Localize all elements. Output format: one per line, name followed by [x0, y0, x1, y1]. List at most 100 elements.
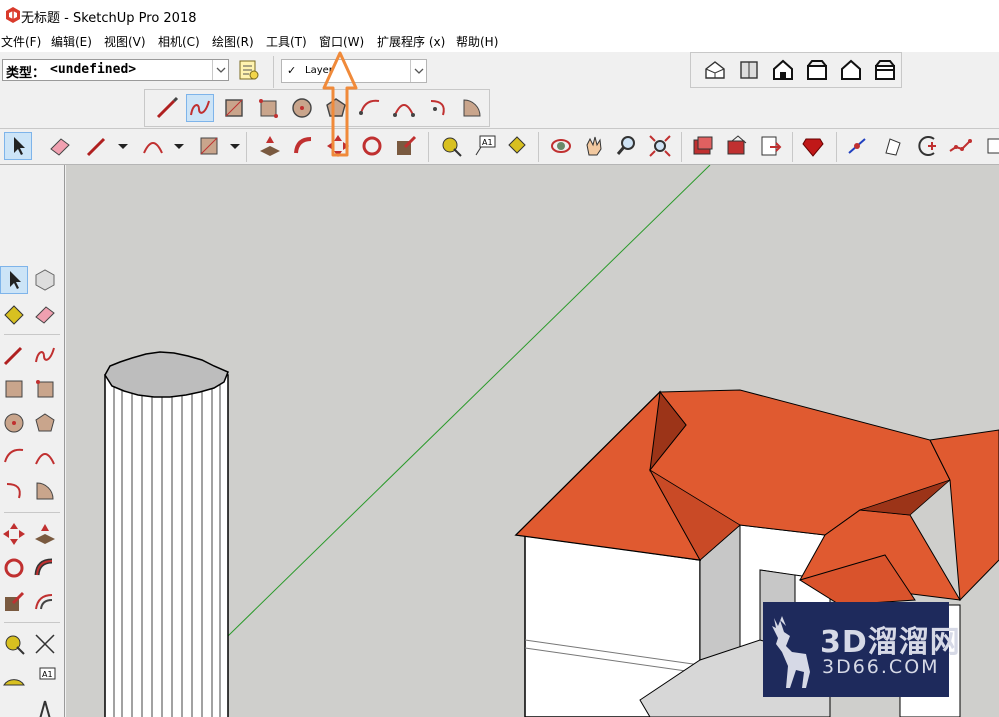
offset-icon[interactable]: [32, 589, 58, 615]
menu-camera[interactable]: 相机(C): [158, 33, 200, 50]
fluted-column: [104, 351, 229, 717]
push-pull-icon[interactable]: [257, 133, 283, 159]
menu-file[interactable]: 文件(F): [1, 33, 41, 50]
text-icon[interactable]: A1: [472, 133, 498, 159]
entity-type-value: <undefined>: [50, 62, 137, 77]
2point-arc-icon[interactable]: [391, 95, 417, 121]
tape-measure-icon[interactable]: [438, 133, 464, 159]
arc-add-icon[interactable]: [914, 133, 940, 159]
menu-bar: 文件(F) 编辑(E) 视图(V) 相机(C) 绘图(R) 工具(T) 窗口(W…: [0, 30, 999, 52]
send-to-layout-icon[interactable]: [758, 133, 784, 159]
toolbar-divider: [538, 132, 539, 162]
chevron-down-icon[interactable]: [222, 133, 240, 159]
toolbar-divider: [428, 132, 429, 162]
svg-text:A1: A1: [42, 670, 53, 679]
freehand-icon[interactable]: [186, 94, 214, 122]
toolbar-divider: [836, 132, 837, 162]
rotate-icon[interactable]: [1, 555, 27, 581]
warehouse-icon[interactable]: [690, 133, 716, 159]
toolbar-divider: [4, 622, 60, 623]
freehand-icon[interactable]: [32, 342, 58, 368]
circle-icon[interactable]: [289, 95, 315, 121]
orbit-icon[interactable]: [548, 133, 574, 159]
scale-icon[interactable]: [393, 133, 419, 159]
sandbox-icon[interactable]: [845, 133, 871, 159]
toolbar-divider: [792, 132, 793, 162]
circle-icon[interactable]: [1, 410, 27, 436]
pencil-icon[interactable]: [84, 133, 110, 159]
follow-me-icon[interactable]: [291, 133, 317, 159]
geo-location-icon[interactable]: [880, 133, 906, 159]
eraser-icon[interactable]: [47, 133, 73, 159]
polygon-icon[interactable]: [32, 410, 58, 436]
toolbar-divider: [273, 56, 274, 88]
paint-bucket-icon[interactable]: [1, 301, 27, 327]
3point-arc-icon[interactable]: [425, 95, 451, 121]
rotate-icon[interactable]: [359, 133, 385, 159]
svg-text:A1: A1: [482, 138, 493, 147]
menu-window[interactable]: 窗口(W): [319, 33, 364, 50]
window-title: 无标题 - SketchUp Pro 2018: [21, 11, 197, 26]
toolbar-divider: [4, 512, 60, 513]
menu-tools[interactable]: 工具(T): [266, 33, 307, 50]
dimension-icon[interactable]: [32, 631, 58, 657]
layer-check-icon: ✓: [287, 64, 297, 77]
rectangle-icon[interactable]: [1, 376, 27, 402]
axes-icon[interactable]: [32, 699, 58, 717]
arc-tool-icon[interactable]: [140, 133, 166, 159]
sketchup-logo-icon: [6, 7, 20, 23]
rotated-rectangle-icon[interactable]: [255, 95, 281, 121]
zoom-extents-icon[interactable]: [647, 133, 673, 159]
2point-arc-icon[interactable]: [32, 444, 58, 470]
front-view-icon[interactable]: [770, 57, 796, 83]
chevron-down-icon[interactable]: [410, 60, 427, 82]
component-icon[interactable]: [32, 267, 58, 293]
menu-edit[interactable]: 编辑(E): [51, 33, 92, 50]
pencil-icon[interactable]: [1, 342, 27, 368]
menu-help[interactable]: 帮助(H): [456, 33, 498, 50]
pie-icon[interactable]: [32, 478, 58, 504]
select-icon[interactable]: [4, 132, 32, 160]
menu-draw[interactable]: 绘图(R): [212, 33, 254, 50]
push-pull-icon[interactable]: [32, 521, 58, 547]
top-view-icon[interactable]: [736, 57, 762, 83]
entity-type-label: 类型：: [6, 66, 46, 81]
extension-warehouse-icon[interactable]: [724, 133, 750, 159]
pie-icon[interactable]: [459, 95, 485, 121]
zoom-icon[interactable]: [614, 133, 640, 159]
scale-icon[interactable]: [1, 589, 27, 615]
arc-icon[interactable]: [1, 444, 27, 470]
entity-info-icon[interactable]: [235, 57, 261, 83]
toolbar-divider: [4, 334, 60, 335]
follow-me-icon[interactable]: [32, 555, 58, 581]
watermark-url: 3D66.COM: [822, 656, 940, 678]
arc-icon[interactable]: [357, 95, 383, 121]
ruby-console-icon[interactable]: [800, 133, 826, 159]
rectangle-icon[interactable]: [221, 95, 247, 121]
shape-tool-icon[interactable]: [196, 133, 222, 159]
move-icon[interactable]: [1, 521, 27, 547]
rotated-rectangle-icon[interactable]: [32, 376, 58, 402]
right-view-icon[interactable]: [804, 57, 830, 83]
chevron-down-icon[interactable]: [166, 133, 184, 159]
polyline-icon[interactable]: [948, 133, 974, 159]
menu-view[interactable]: 视图(V): [104, 33, 146, 50]
line-icon[interactable]: [154, 95, 180, 121]
next-tool-icon[interactable]: [982, 133, 999, 159]
select-icon[interactable]: [0, 266, 28, 294]
protractor-icon[interactable]: [1, 665, 27, 691]
tape-measure-icon[interactable]: [1, 631, 27, 657]
eraser-icon[interactable]: [32, 301, 58, 327]
chevron-down-icon[interactable]: [212, 60, 229, 80]
watermark-title: 3D溜溜网: [820, 625, 961, 660]
menu-extensions[interactable]: 扩展程序 (x): [377, 33, 445, 50]
paint-bucket-icon[interactable]: [504, 133, 530, 159]
left-view-icon[interactable]: [872, 57, 898, 83]
chevron-down-icon[interactable]: [110, 133, 128, 159]
iso-view-icon[interactable]: [702, 57, 728, 83]
3point-arc-icon[interactable]: [1, 478, 27, 504]
toolbar-divider: [246, 132, 247, 162]
text-icon[interactable]: A1: [32, 665, 58, 691]
back-view-icon[interactable]: [838, 57, 864, 83]
pan-icon[interactable]: [581, 133, 607, 159]
